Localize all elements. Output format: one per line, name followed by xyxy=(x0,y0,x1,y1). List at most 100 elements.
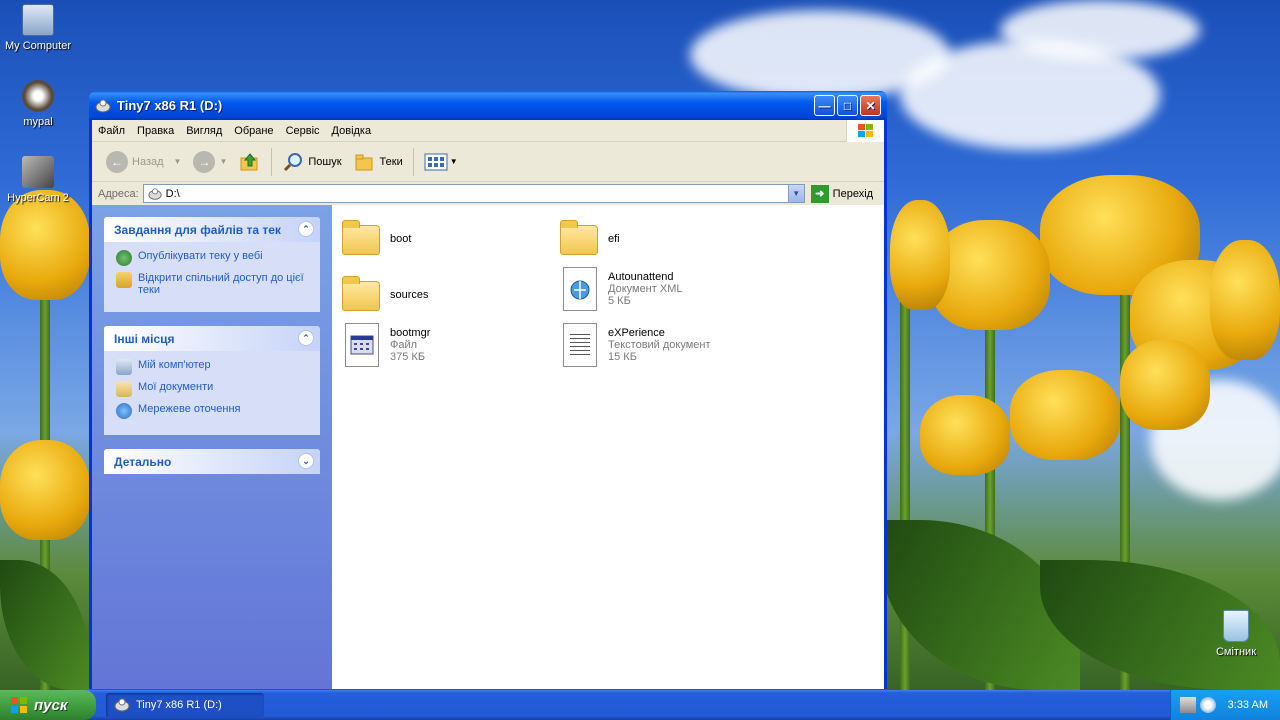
file-type: Файл xyxy=(390,339,418,351)
task-label: Відкрити спільний доступ до цієї теки xyxy=(138,272,304,296)
documents-icon xyxy=(116,381,132,397)
file-item-efi[interactable]: efi xyxy=(560,217,620,261)
windows-flag-icon xyxy=(11,697,27,713)
network-tray-icon[interactable] xyxy=(1179,697,1196,713)
forward-button[interactable]: → ▼ xyxy=(187,147,233,177)
maximize-button[interactable]: □ xyxy=(837,95,858,116)
menu-edit[interactable]: Правка xyxy=(131,125,180,137)
collapse-icon[interactable]: ⌃ xyxy=(298,330,314,346)
address-label: Адреса: xyxy=(98,187,139,200)
taskbar-window-label: Tiny7 x86 R1 (D:) xyxy=(136,699,222,711)
views-icon xyxy=(424,153,448,170)
menu-tools[interactable]: Сервіс xyxy=(280,125,326,137)
file-tasks-header[interactable]: Завдання для файлів та тек ⌃ xyxy=(104,217,320,242)
views-button[interactable]: ▼ xyxy=(418,147,464,177)
network-icon xyxy=(116,403,132,419)
maximize-icon: □ xyxy=(843,98,852,113)
back-button[interactable]: ← Назад ▼ xyxy=(100,147,187,177)
taskbar-window-button[interactable]: Tiny7 x86 R1 (D:) xyxy=(106,693,264,717)
chevron-down-icon: ▼ xyxy=(173,157,182,166)
drive-icon xyxy=(95,99,111,112)
desktop-icon-recycle-bin[interactable]: Смітник xyxy=(1198,610,1274,658)
desktop-icon-label: mypal xyxy=(23,116,53,128)
panel-title: Детально xyxy=(114,454,172,469)
back-arrow-icon: ← xyxy=(106,150,128,173)
panel-title: Інші місця xyxy=(114,331,175,346)
go-button[interactable]: ➜ Перехід xyxy=(810,184,874,203)
folder-icon xyxy=(560,220,598,255)
hypercam-icon xyxy=(22,156,54,188)
window-body: Завдання для файлів та тек ⌃ Опублікуват… xyxy=(92,205,884,689)
chevron-down-icon: ▼ xyxy=(792,189,801,198)
search-icon xyxy=(284,152,303,171)
system-tray: 3:33 AM xyxy=(1170,690,1280,720)
place-network[interactable]: Мережеве оточення xyxy=(116,403,308,419)
desktop-icon-label: My Computer xyxy=(4,40,72,52)
search-label: Пошук xyxy=(308,155,342,168)
folders-button[interactable]: Теки xyxy=(348,147,409,177)
address-input[interactable]: D:\ ▼ xyxy=(142,184,805,203)
security-tray-icon[interactable] xyxy=(1199,697,1216,713)
collapse-icon[interactable]: ⌃ xyxy=(298,221,314,237)
expand-icon[interactable]: ⌄ xyxy=(298,453,314,469)
back-label: Назад xyxy=(132,155,164,168)
desktop-icon-mypal[interactable]: mypal xyxy=(0,80,76,128)
file-type: Текстовий документ xyxy=(608,339,711,351)
file-name: Autounattend xyxy=(608,271,674,283)
file-name: bootmgr xyxy=(390,327,431,339)
system-file-icon xyxy=(345,323,379,367)
place-my-documents[interactable]: Мої документи xyxy=(116,381,308,397)
close-button[interactable]: ✕ xyxy=(860,95,881,116)
desktop-icon-label: HyperCam 2 xyxy=(7,192,69,204)
minimize-button[interactable]: — xyxy=(814,95,835,116)
clock[interactable]: 3:33 AM xyxy=(1228,699,1268,711)
minimize-icon: — xyxy=(818,98,831,113)
file-name: efi xyxy=(608,233,620,245)
place-label: Мої документи xyxy=(138,381,214,393)
go-label: Перехід xyxy=(832,187,874,200)
window-title: Tiny7 x86 R1 (D:) xyxy=(117,98,223,113)
folder-icon xyxy=(342,276,380,311)
address-dropdown-button[interactable]: ▼ xyxy=(787,185,804,202)
task-share-folder[interactable]: Відкрити спільний доступ до цієї теки xyxy=(116,272,308,296)
task-pane: Завдання для файлів та тек ⌃ Опублікуват… xyxy=(92,205,332,689)
menu-view[interactable]: Вигляд xyxy=(180,125,228,137)
file-item-autounattend[interactable]: Autounattend Документ XML 5 КБ xyxy=(560,267,682,311)
drive-icon xyxy=(114,698,130,712)
menu-help[interactable]: Довідка xyxy=(326,125,378,137)
menu-file[interactable]: Файл xyxy=(92,125,131,137)
menu-favorites[interactable]: Обране xyxy=(228,125,279,137)
text-document-icon xyxy=(563,323,597,367)
close-icon: ✕ xyxy=(865,98,876,113)
file-item-experience[interactable]: eXPerience Текстовий документ 15 КБ xyxy=(560,323,711,367)
place-my-computer[interactable]: Мій комп'ютер xyxy=(116,359,308,375)
other-places-header[interactable]: Інші місця ⌃ xyxy=(104,326,320,351)
file-tasks-panel: Завдання для файлів та тек ⌃ Опублікуват… xyxy=(104,217,320,312)
other-places-panel: Інші місця ⌃ Мій комп'ютер Мої документи… xyxy=(104,326,320,435)
desktop-icon-hypercam[interactable]: HyperCam 2 xyxy=(0,156,76,204)
place-label: Мережеве оточення xyxy=(138,403,241,415)
file-name: boot xyxy=(390,233,412,245)
windows-logo-icon xyxy=(846,120,884,142)
title-bar[interactable]: Tiny7 x86 R1 (D:) — □ ✕ xyxy=(89,91,887,120)
folders-label: Теки xyxy=(379,155,403,168)
drive-icon xyxy=(148,187,162,200)
toolbar: ← Назад ▼ → ▼ Пошук Теки ▼ xyxy=(92,142,884,182)
details-header[interactable]: Детально ⌄ xyxy=(104,449,320,474)
mypal-icon xyxy=(22,80,54,112)
xml-document-icon xyxy=(563,267,597,311)
file-item-bootmgr[interactable]: bootmgr Файл 375 КБ xyxy=(342,323,430,367)
up-folder-button[interactable] xyxy=(233,147,267,177)
chevron-down-icon: ▼ xyxy=(219,157,228,166)
file-item-sources[interactable]: sources xyxy=(342,273,429,317)
file-item-boot[interactable]: boot xyxy=(342,217,411,261)
search-button[interactable]: Пошук xyxy=(276,147,347,177)
file-name: sources xyxy=(390,289,429,301)
explorer-window: Tiny7 x86 R1 (D:) — □ ✕ Файл Правка Вигл… xyxy=(89,91,887,689)
task-publish-web[interactable]: Опублікувати теку у вебі xyxy=(116,250,308,266)
desktop-icon-my-computer[interactable]: My Computer xyxy=(0,4,76,52)
start-button[interactable]: пуск xyxy=(0,690,96,720)
file-view: boot efi sources Autounattend Документ X… xyxy=(332,205,884,689)
place-label: Мій комп'ютер xyxy=(138,359,211,371)
go-arrow-icon: ➜ xyxy=(810,184,829,203)
